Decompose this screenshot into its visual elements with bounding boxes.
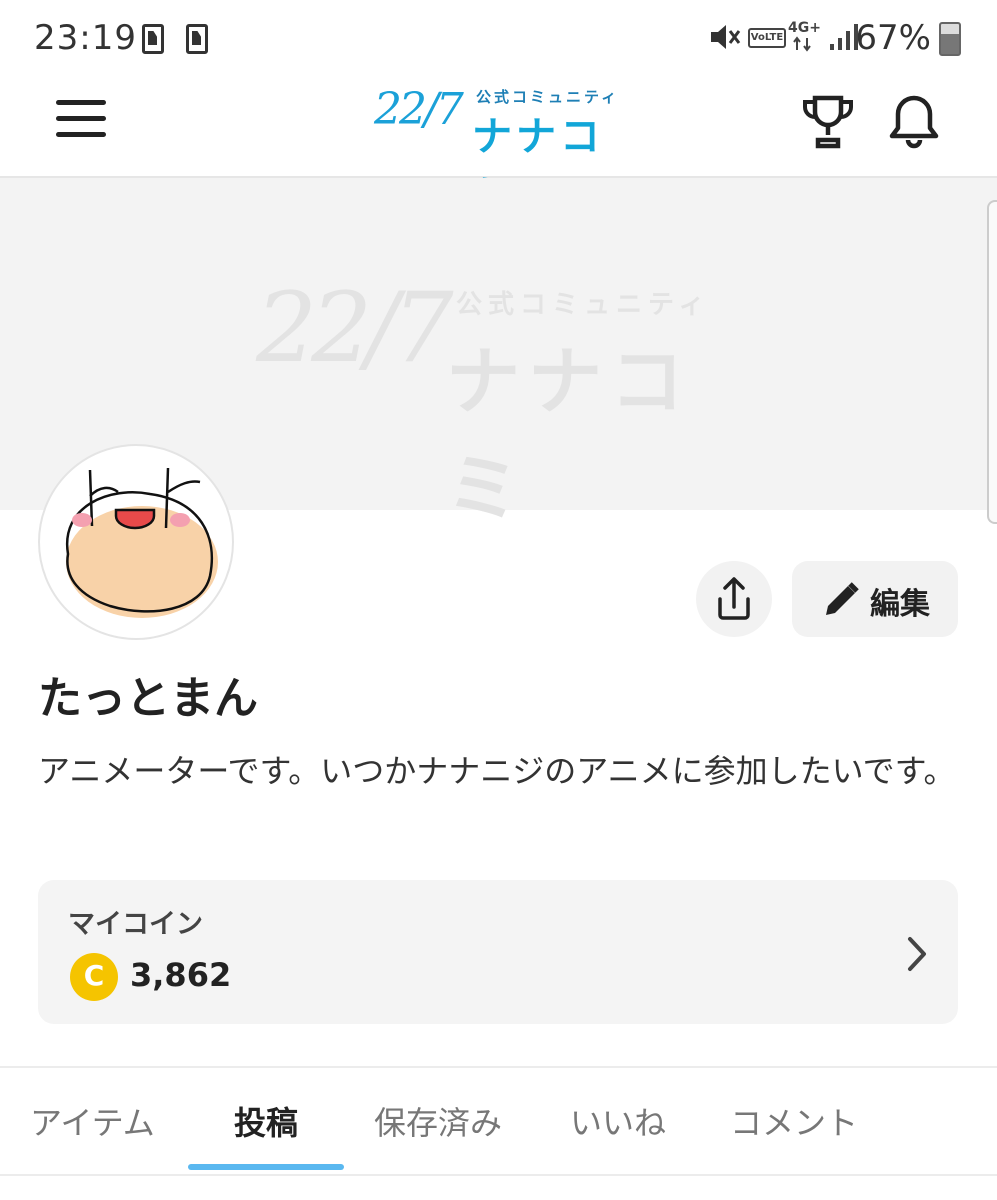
avatar[interactable] bbox=[38, 444, 234, 640]
tab-saved[interactable]: 保存済み bbox=[374, 1098, 502, 1144]
menu-icon-bar bbox=[56, 116, 106, 121]
cover-logo-number: 22/7 bbox=[256, 272, 454, 384]
mute-icon bbox=[711, 25, 741, 49]
notifications-button[interactable] bbox=[884, 92, 944, 152]
tab-comments[interactable]: コメント bbox=[730, 1098, 858, 1144]
tab-likes[interactable]: いいね bbox=[570, 1098, 666, 1144]
bell-icon bbox=[889, 95, 939, 149]
logo-number: 22/7 bbox=[374, 84, 464, 135]
trophy-icon bbox=[803, 95, 853, 149]
coins-value: 3,862 bbox=[130, 956, 232, 994]
avatar-drawing bbox=[65, 467, 218, 618]
tab-items[interactable]: アイテム bbox=[30, 1098, 155, 1144]
chevron-right-icon bbox=[908, 937, 926, 971]
cover-logo-title: ナナコミ bbox=[446, 339, 692, 532]
sim-card-icon bbox=[186, 24, 208, 54]
menu-icon-bar bbox=[56, 132, 106, 137]
my-coins-card[interactable]: マイコイン C 3,862 bbox=[38, 880, 958, 1024]
trophy-button[interactable] bbox=[798, 92, 858, 152]
battery-percent: 67% bbox=[855, 18, 931, 58]
coins-label: マイコイン bbox=[68, 909, 203, 940]
pencil-icon bbox=[826, 582, 859, 615]
user-bio: アニメーターです。いつかナナニジのアニメに参加したいです。 bbox=[38, 752, 956, 790]
menu-icon-bar bbox=[56, 100, 106, 105]
app-logo[interactable]: 22/7 公式コミュニティ ナナコミ bbox=[372, 84, 632, 218]
user-name: たっとまん bbox=[38, 673, 258, 724]
active-tab-indicator bbox=[188, 1164, 344, 1170]
edit-profile-label: 編集 bbox=[870, 587, 930, 622]
battery-icon bbox=[939, 22, 961, 56]
status-time: 23:19 bbox=[34, 18, 137, 58]
profile-tabs: アイテム 投稿 保存済み いいね コメント bbox=[0, 1066, 997, 1176]
share-button[interactable] bbox=[696, 561, 772, 637]
network-type: 4G+ bbox=[788, 20, 821, 36]
coin-icon: C bbox=[70, 953, 118, 1001]
scrollbar[interactable] bbox=[987, 200, 997, 524]
cover-logo-subtitle: 公式コミュニティ bbox=[456, 290, 711, 320]
menu-button[interactable] bbox=[56, 100, 106, 138]
tab-posts[interactable]: 投稿 bbox=[234, 1098, 298, 1144]
coin-icon-letter: C bbox=[83, 959, 105, 992]
data-arrows-icon bbox=[793, 36, 811, 52]
edit-profile-button[interactable]: 編集 bbox=[792, 561, 958, 637]
share-icon bbox=[718, 577, 750, 620]
sim-card-icon bbox=[142, 24, 164, 54]
cover-logo: 22/7 公式コミュニティ ナナコミ bbox=[256, 272, 756, 532]
volte-icon: VoLTE bbox=[748, 28, 786, 48]
